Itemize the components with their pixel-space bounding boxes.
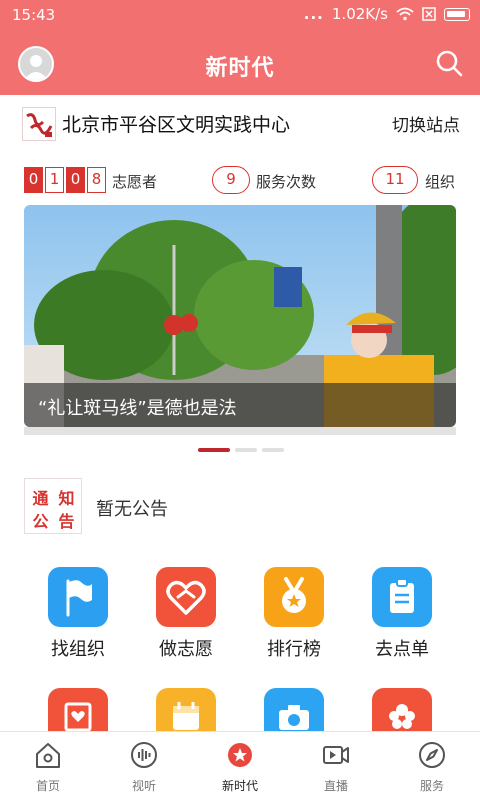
tab-audio[interactable]: 视听 — [96, 732, 192, 800]
grid-label: 做志愿 — [159, 639, 213, 660]
page-title: 新时代 — [205, 56, 275, 81]
notice-bar[interactable]: 通 知 公 告 暂无公告 — [24, 478, 456, 534]
app-bar: 新时代 — [0, 36, 480, 92]
volunteer-counter: 0 1 0 8 — [24, 167, 106, 193]
heart-icon — [156, 567, 216, 627]
audio-icon — [131, 742, 157, 768]
tab-label: 首页 — [35, 779, 60, 793]
counter-digit: 8 — [87, 167, 106, 193]
site-logo — [22, 107, 56, 141]
tab-home[interactable]: 首页 — [0, 732, 96, 800]
tab-label: 直播 — [323, 779, 348, 793]
site-row: 北京市平谷区文明实践中心 切换站点 — [0, 95, 480, 150]
service-label: 服务次数 — [256, 173, 317, 191]
stats-row: 0 1 0 8 志愿者 9 服务次数 11 组织 — [0, 163, 480, 197]
tab-label: 视听 — [131, 779, 156, 793]
banner-caption: “礼让斑马线”是德也是法 — [24, 383, 456, 427]
service-count-pill[interactable]: 9 — [212, 166, 250, 194]
switch-site-button[interactable]: 切换站点 — [392, 111, 460, 136]
carousel-indicator[interactable] — [235, 448, 257, 452]
grid-item-ranking[interactable]: 排行榜 — [244, 567, 344, 677]
more-dots-icon: ... — [303, 5, 324, 23]
tab-service[interactable]: 服务 — [384, 732, 480, 800]
status-time: 15:43 — [12, 6, 56, 24]
carousel-indicator[interactable] — [262, 448, 284, 452]
counter-digit: 0 — [24, 167, 43, 193]
grid-item-volunteer[interactable]: 做志愿 — [136, 567, 236, 677]
notice-text: 暂无公告 — [96, 499, 168, 520]
tab-label: 服务 — [419, 779, 444, 793]
notice-badge: 通 知 公 告 — [24, 478, 82, 534]
tab-live[interactable]: 直播 — [288, 732, 384, 800]
volunteer-label: 志愿者 — [112, 173, 158, 191]
site-name: 北京市平谷区文明实践中心 — [62, 114, 291, 136]
clipboard-icon — [372, 567, 432, 627]
sim-icon — [422, 7, 436, 21]
notice-badge-char: 公 — [32, 512, 49, 531]
medal-icon — [264, 567, 324, 627]
home-icon — [36, 743, 60, 768]
battery-icon — [444, 7, 470, 21]
search-icon[interactable] — [434, 48, 464, 78]
grid-item-order[interactable]: 去点单 — [352, 567, 452, 677]
star-icon — [228, 743, 252, 767]
status-bar: 15:43 ... 1.02K/s — [0, 0, 480, 30]
banner-carousel[interactable]: “礼让斑马线”是德也是法 — [24, 205, 456, 427]
flag-icon — [48, 567, 108, 627]
tab-new-era[interactable]: 新时代 — [192, 732, 288, 800]
grid-label: 排行榜 — [267, 639, 321, 660]
counter-digit: 0 — [66, 167, 85, 193]
org-count-pill[interactable]: 11 — [372, 166, 418, 194]
notice-badge-char: 告 — [58, 512, 75, 531]
video-icon — [323, 746, 349, 764]
counter-digit: 1 — [45, 167, 64, 193]
site-logo-mark — [26, 113, 53, 137]
grid-label: 找组织 — [51, 639, 105, 660]
wifi-icon — [396, 7, 414, 21]
notice-badge-char: 知 — [58, 489, 75, 508]
compass-icon — [419, 742, 445, 768]
net-speed: 1.02K/s — [331, 5, 388, 23]
tab-label: 新时代 — [221, 779, 258, 793]
banner-strip — [24, 427, 456, 435]
carousel-indicator-active[interactable] — [198, 448, 230, 452]
notice-badge-char: 通 — [32, 489, 49, 508]
bottom-tab-bar: 首页 视听 新时代 直播 服务 — [0, 731, 480, 800]
org-label: 组织 — [425, 173, 456, 191]
grid-label: 去点单 — [375, 639, 429, 660]
grid-item-find-org[interactable]: 找组织 — [28, 567, 128, 677]
status-icons: ... 1.02K/s — [304, 5, 470, 23]
